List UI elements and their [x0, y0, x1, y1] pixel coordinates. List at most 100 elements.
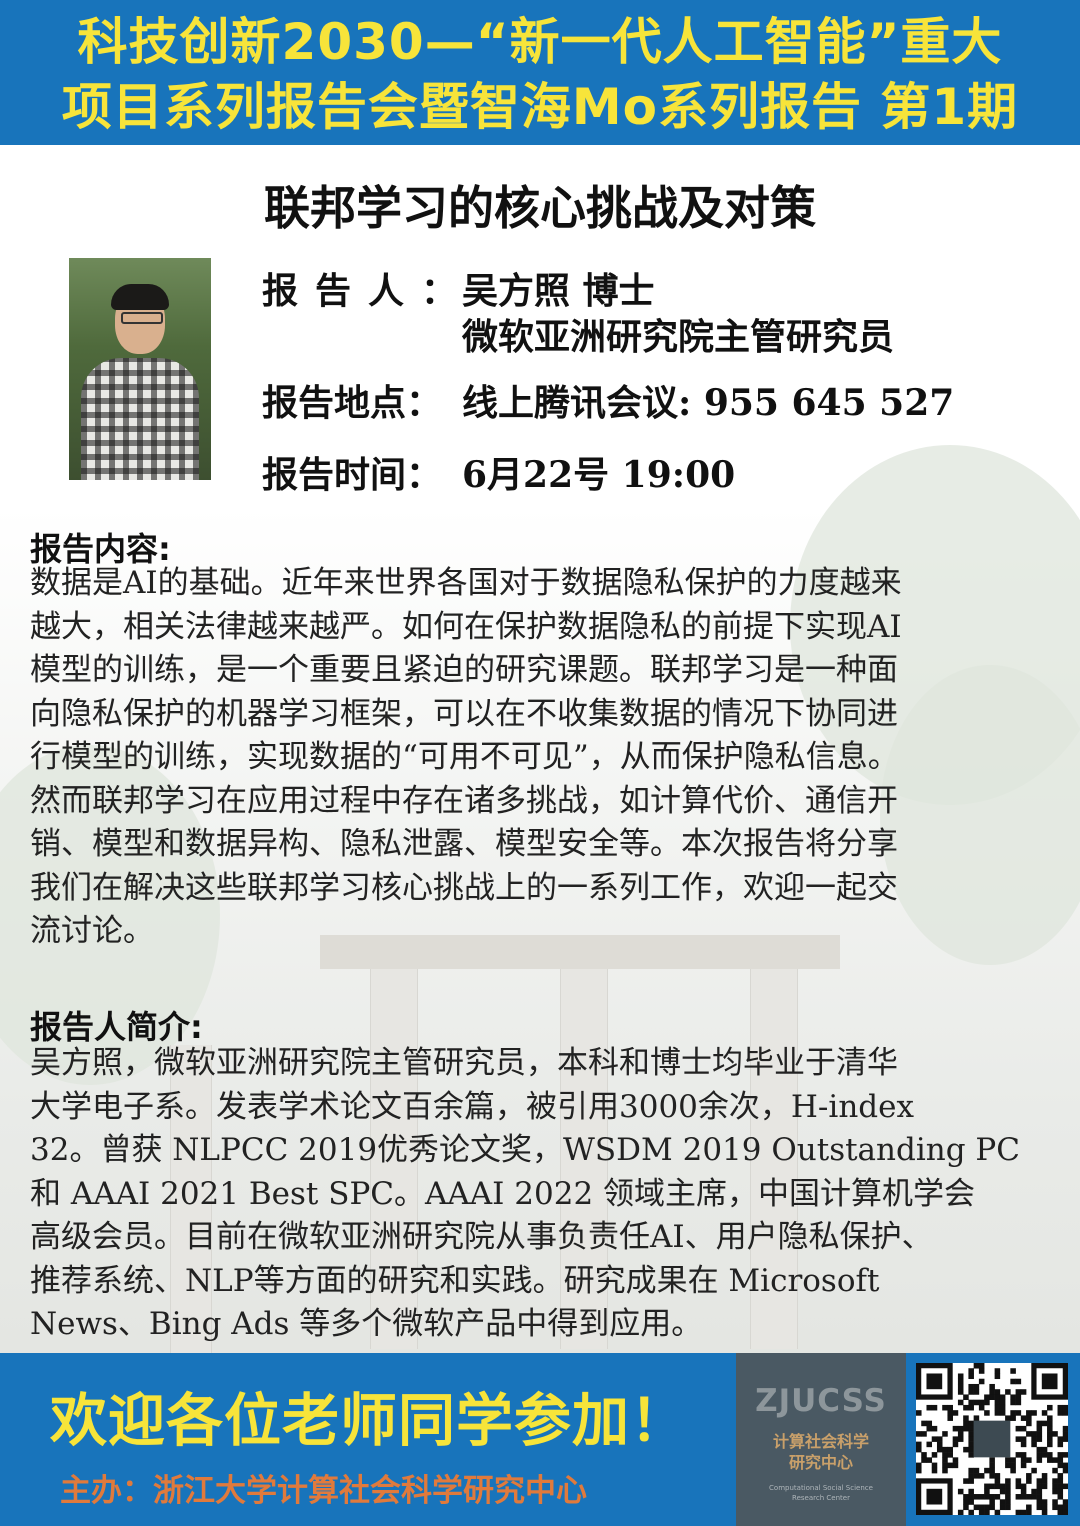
qr-module	[931, 1452, 938, 1458]
qr-module	[984, 1504, 990, 1511]
qr-module	[978, 1494, 985, 1500]
qr-module	[952, 1425, 959, 1432]
qr-module	[1052, 1488, 1058, 1495]
qr-module	[1036, 1420, 1043, 1427]
qr-module	[994, 1394, 1001, 1400]
location-label: 报告地点：	[262, 382, 443, 424]
qr-module	[1062, 1404, 1068, 1411]
qr-module	[963, 1420, 969, 1427]
qr-module	[989, 1494, 995, 1500]
qr-module	[1036, 1452, 1043, 1458]
qr-module	[1047, 1420, 1053, 1427]
qr-module	[999, 1499, 1006, 1505]
logo-en-line: Computational Social Science	[769, 1484, 873, 1492]
top-banner: 科技创新2030—“新一代人工智能”重大 项目系列报告会暨智海Mo系列报告 第1…	[0, 0, 1080, 145]
qr-module	[984, 1399, 990, 1406]
qr-module	[916, 1441, 922, 1448]
qr-module	[1026, 1494, 1032, 1500]
banner-line-1: 科技创新2030—“新一代人工智能”重大	[77, 13, 1003, 71]
qr-module	[1041, 1504, 1048, 1511]
qr-module	[994, 1478, 1001, 1484]
qr-module	[1036, 1483, 1043, 1490]
qr-module	[1005, 1504, 1011, 1511]
bottom-banner: 欢迎各位老师同学参加！ 主办：浙江大学计算社会科学研究中心 ZJUCSS 计算社…	[0, 1353, 1080, 1526]
qr-module	[1031, 1436, 1037, 1442]
qr-module	[1047, 1415, 1053, 1421]
qr-module	[968, 1473, 974, 1479]
qr-module	[1020, 1425, 1027, 1432]
qr-module	[968, 1404, 974, 1411]
logo-cn-line: 研究中心	[788, 1453, 853, 1472]
qr-module	[1041, 1499, 1048, 1505]
qr-module	[1036, 1436, 1043, 1442]
speaker-label: 报告人：	[262, 270, 475, 312]
qr-module	[1020, 1436, 1027, 1442]
qr-module	[1005, 1389, 1011, 1395]
qr-module	[936, 1441, 943, 1448]
qr-module	[999, 1504, 1006, 1511]
qr-module	[968, 1399, 974, 1406]
qr-module	[989, 1462, 995, 1469]
qr-module	[984, 1509, 990, 1515]
qr-module	[931, 1467, 938, 1474]
qr-module	[1052, 1467, 1058, 1474]
qr-finder	[926, 1488, 943, 1505]
qr-module	[968, 1389, 974, 1395]
qr-module	[968, 1373, 974, 1380]
logo-mark: ZJUCSS	[755, 1383, 887, 1419]
qr-module	[989, 1499, 995, 1505]
qr-module	[973, 1383, 980, 1390]
qr-module	[1026, 1420, 1032, 1427]
qr-module	[968, 1499, 974, 1505]
qr-module	[984, 1394, 990, 1400]
qr-module	[989, 1394, 995, 1400]
qr-module	[936, 1436, 943, 1442]
qr-module	[989, 1473, 995, 1479]
qr-module	[1010, 1462, 1016, 1469]
qr-module	[978, 1368, 985, 1374]
qr-module	[942, 1457, 948, 1463]
qr-module	[957, 1373, 964, 1380]
qr-module	[926, 1441, 933, 1448]
qr-module	[989, 1467, 995, 1474]
qr-module	[968, 1436, 974, 1442]
qr-module	[916, 1446, 922, 1453]
qr-module	[973, 1415, 980, 1421]
qr-module	[1047, 1431, 1053, 1437]
qr-module	[957, 1488, 964, 1495]
qr-module	[968, 1488, 974, 1495]
qr-module	[1041, 1509, 1048, 1515]
qr-module	[1005, 1494, 1011, 1500]
qr-module	[994, 1410, 1001, 1416]
qr-module	[984, 1483, 990, 1490]
qr-module	[957, 1425, 964, 1432]
qr-module	[1015, 1509, 1022, 1515]
qr-finder	[1041, 1373, 1058, 1390]
abstract-line: 然而联邦学习在应用过程中存在诸多挑战，如计算代价、通信开	[30, 782, 898, 819]
qr-module	[1026, 1410, 1032, 1416]
qr-module	[1031, 1467, 1037, 1474]
qr-module	[1052, 1457, 1058, 1463]
qr-module	[1015, 1425, 1022, 1432]
qr-module	[973, 1399, 980, 1406]
qr-module	[942, 1462, 948, 1469]
qr-module	[1057, 1509, 1064, 1515]
qr-module	[1036, 1478, 1043, 1484]
qr-module	[1026, 1473, 1032, 1479]
qr-module	[968, 1452, 974, 1458]
qr-module	[1015, 1494, 1022, 1500]
bio-text: 吴方照，微软亚洲研究院主管研究员，本科和博士均毕业于清华 大学电子系。发表学术论…	[30, 1042, 1062, 1347]
qr-module	[947, 1410, 953, 1416]
qr-module	[1062, 1504, 1068, 1511]
qr-module	[968, 1425, 974, 1432]
qr-module	[916, 1410, 922, 1416]
qr-module	[1020, 1452, 1027, 1458]
qr-module	[1031, 1494, 1037, 1500]
qr-code-graphic	[916, 1363, 1068, 1515]
qr-module	[994, 1399, 1001, 1406]
qr-module	[1010, 1368, 1016, 1374]
qr-module	[1052, 1431, 1058, 1437]
qr-module	[921, 1452, 927, 1458]
qr-module	[1031, 1410, 1037, 1416]
qr-code-icon[interactable]	[916, 1363, 1068, 1515]
